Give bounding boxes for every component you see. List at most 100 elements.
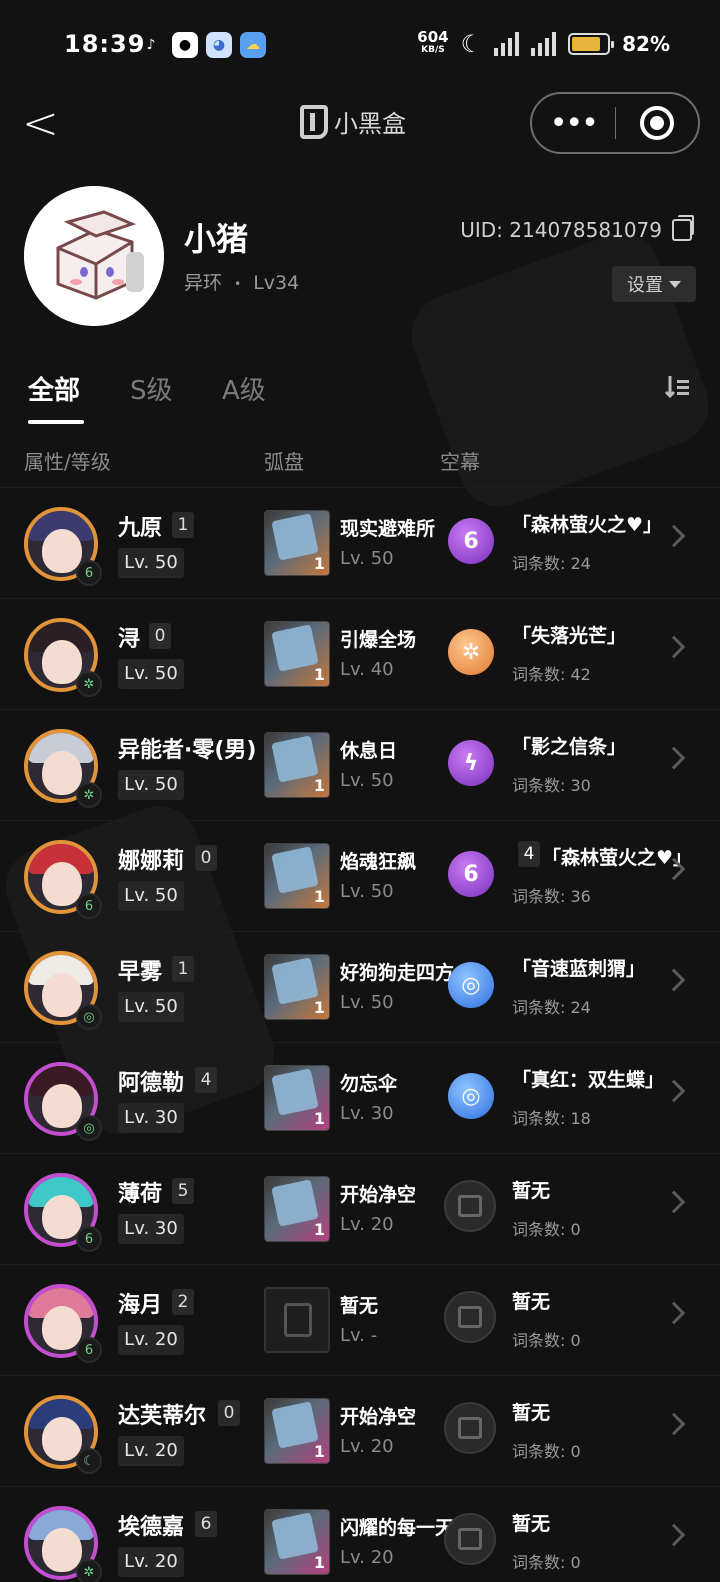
sky-name: 暂无	[512, 1180, 551, 1202]
attribute-icon: 6	[76, 1337, 102, 1363]
chevron-left-icon: <	[22, 97, 59, 149]
character-name: 娜娜莉	[118, 849, 185, 874]
disc-refine-count: 1	[313, 1220, 325, 1239]
attribute-icon: ☾	[76, 1448, 102, 1474]
sky-icon: ✲	[448, 629, 494, 675]
sky-icon: ϟ	[448, 740, 494, 786]
disc-refine-count: 1	[313, 998, 325, 1017]
disc-level: Lv. -	[340, 1325, 378, 1346]
tab-a-rank[interactable]: A级	[222, 370, 266, 407]
attribute-icon: ✲	[76, 1559, 102, 1582]
character-level: Lv. 30	[118, 1214, 184, 1244]
status-time: 18:39	[64, 30, 146, 58]
portrait-face	[42, 1306, 82, 1350]
disc-icon: 1	[264, 954, 330, 1020]
disc-refine-count: 1	[313, 1442, 325, 1461]
disc-level: Lv. 40	[340, 659, 394, 680]
portrait-face	[42, 1084, 82, 1128]
column-header-disc: 弧盘	[264, 450, 304, 474]
empty-sky-icon	[458, 1306, 482, 1328]
character-row[interactable]: 6 九原 1 Lv. 50 1 现实避难所 Lv. 50 6 「森林萤火之♥」 词条数: 24	[0, 487, 720, 598]
profile-game-level: 异环 • Lv34	[184, 268, 299, 295]
status-indicators: 604 KB/S ☾ 82%	[417, 30, 670, 59]
character-row[interactable]: ✲ 浔 0 Lv. 50 1 引爆全场 Lv. 40 ✲ 「失落光芒」 词条数: 42	[0, 598, 720, 709]
character-row[interactable]: ◎ 早雾 1 Lv. 50 1 好狗狗走四方 Lv. 50 ◎ 「音速蓝刺猬」 词条数: 24	[0, 931, 720, 1042]
portrait-face	[42, 1195, 82, 1239]
disc-name: 闪耀的每一天	[340, 1517, 455, 1539]
disc-level: Lv. 50	[340, 548, 394, 569]
empty-disc-icon	[284, 1303, 312, 1337]
attribute-icon: ✲	[76, 782, 102, 808]
sky-entry-count: 词条数: 24	[512, 998, 591, 1017]
character-level: Lv. 50	[118, 770, 184, 800]
character-name: 早雾	[118, 960, 163, 985]
chevron-right-icon	[662, 1079, 686, 1103]
disc-art	[271, 1068, 319, 1116]
chevron-right-icon	[662, 968, 686, 992]
sky-entry-count: 词条数: 36	[512, 887, 591, 906]
column-header-attr-level: 属性/等级	[24, 450, 111, 474]
moon-icon: ☾	[460, 30, 483, 58]
status-bar: 18:39 ♪ ● ◕ ☁ 604 KB/S ☾ 82%	[0, 0, 720, 96]
disc-name: 焰魂狂飙	[340, 851, 417, 873]
portrait-face	[42, 751, 82, 795]
disc-art	[271, 735, 319, 783]
character-row[interactable]: ☾ 达芙蒂尔 0 Lv. 20 1 开始净空 Lv. 20 暂无 词条数: 0	[0, 1375, 720, 1486]
chevron-right-icon	[662, 635, 686, 659]
character-row[interactable]: 6 薄荷 5 Lv. 30 1 开始净空 Lv. 20 暂无 词条数: 0	[0, 1153, 720, 1264]
disc-icon: 1	[264, 1065, 330, 1131]
disc-art	[271, 513, 319, 561]
portrait-face	[42, 529, 82, 573]
character-row[interactable]: 6 海月 2 Lv. 20 暂无 Lv. - 暂无 词条数: 0	[0, 1264, 720, 1375]
tab-all[interactable]: 全部	[28, 370, 80, 407]
character-row[interactable]: ◎ 阿德勒 4 Lv. 30 1 勿忘伞 Lv. 30 ◎ 「真红：双生蝶」 词条数: 18	[0, 1042, 720, 1153]
sky-name: 「音速蓝刺猬」	[512, 958, 646, 980]
character-row[interactable]: ✲ 异能者·零(男) Lv. 50 1 休息日 Lv. 50 ϟ 「影之信条」 词条数: 30	[0, 709, 720, 820]
character-rank-badge: 4	[195, 1067, 217, 1093]
empty-sky-icon	[458, 1528, 482, 1550]
attribute-icon: ◎	[76, 1004, 102, 1030]
app-name: 小黑盒	[334, 110, 406, 138]
character-row[interactable]: ✲ 埃德嘉 6 Lv. 20 1 闪耀的每一天 Lv. 20 暂无 词条数: 0	[0, 1486, 720, 1582]
more-button[interactable]: •••	[532, 94, 615, 152]
disc-icon: 1	[264, 621, 330, 687]
disc-name: 引爆全场	[340, 629, 417, 651]
game-name: 异环	[184, 272, 223, 294]
sort-filter-icon[interactable]	[664, 372, 692, 400]
uid-row: UID: 214078581079	[460, 215, 694, 242]
tab-s-rank[interactable]: S级	[130, 370, 173, 407]
portrait-face	[42, 862, 82, 906]
profile-avatar[interactable]	[24, 186, 164, 326]
sky-entry-count: 词条数: 18	[512, 1109, 591, 1128]
settings-dropdown[interactable]: 设置	[612, 266, 696, 302]
disc-refine-count: 1	[313, 665, 325, 684]
more-dots-icon: •••	[549, 105, 599, 141]
chevron-right-icon	[662, 1523, 686, 1547]
sky-entry-count: 词条数: 0	[512, 1220, 581, 1239]
sky-icon: ◎	[448, 962, 494, 1008]
character-rank-badge: 5	[172, 1178, 194, 1204]
disc-level: Lv. 20	[340, 1436, 394, 1457]
attribute-icon: 6	[76, 1226, 102, 1252]
sky-count-badge: 4	[518, 841, 540, 867]
attribute-icon: 6	[76, 560, 102, 586]
disc-name: 暂无	[340, 1295, 379, 1317]
disc-art	[271, 846, 319, 894]
copy-icon[interactable]	[672, 215, 694, 241]
character-row[interactable]: 6 娜娜莉 0 Lv. 50 1 焰魂狂飙 Lv. 50 6 4 「森林萤火之♥」 词条数: 36	[0, 820, 720, 931]
close-miniprogram-button[interactable]	[616, 106, 699, 140]
separator-dot: •	[234, 276, 242, 291]
character-name: 浔	[118, 627, 141, 652]
sky-entry-count: 词条数: 24	[512, 554, 591, 573]
disc-level: Lv. 20	[340, 1547, 394, 1568]
caret-down-icon	[669, 280, 681, 288]
sky-icon	[444, 1180, 496, 1232]
sky-name: 暂无	[512, 1402, 551, 1424]
back-button[interactable]: <	[22, 97, 62, 149]
sky-name: 「森林萤火之♥」	[512, 514, 663, 536]
sky-icon	[444, 1291, 496, 1343]
sky-entry-count: 词条数: 0	[512, 1442, 581, 1461]
tab-indicator	[28, 420, 84, 424]
app-title: 小黑盒	[300, 104, 406, 139]
disc-art	[271, 1401, 319, 1449]
